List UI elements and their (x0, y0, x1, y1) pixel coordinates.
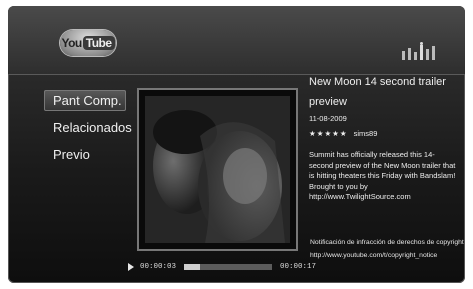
rating-row: ★★★★★ sims89 (309, 129, 459, 138)
signal-strength-icon (402, 42, 435, 60)
copyright-footer: Notificación de infracción de derechos d… (310, 236, 465, 262)
youtube-app-window: YouTube Pant Comp. Relacionados Previo (8, 6, 465, 283)
uploader-name: sims89 (353, 129, 378, 138)
side-menu: Pant Comp. Relacionados Previo (44, 90, 132, 171)
menu-item-fullscreen[interactable]: Pant Comp. (44, 90, 126, 111)
video-player[interactable] (139, 90, 296, 249)
youtube-logo: You Tube (60, 30, 116, 56)
copyright-url[interactable]: http://www.youtube.com/t/copyright_notic… (310, 249, 465, 262)
video-frame-image (145, 96, 290, 243)
copyright-notice: Notificación de infracción de derechos d… (310, 239, 464, 246)
elapsed-time: 00:00:03 (140, 263, 177, 271)
progress-track[interactable] (184, 264, 273, 270)
logo-text: You Tube (61, 36, 115, 50)
upload-date: 11-08-2009 (309, 114, 347, 123)
video-info-panel: New Moon 14 second trailer preview 11-08… (309, 72, 459, 203)
playback-bar: 00:00:03 00:00:17 (128, 263, 316, 271)
total-duration: 00:00:17 (280, 263, 317, 271)
video-description: Summit has officially released this 14-s… (309, 150, 456, 201)
play-icon[interactable] (128, 263, 134, 271)
menu-item-preview[interactable]: Previo (44, 144, 126, 165)
progress-fill (184, 264, 200, 270)
video-title: New Moon 14 second trailer preview (309, 76, 446, 108)
menu-item-related[interactable]: Relacionados (44, 117, 132, 138)
star-rating-icon: ★★★★★ (309, 129, 348, 138)
header-bar: You Tube (8, 6, 465, 75)
